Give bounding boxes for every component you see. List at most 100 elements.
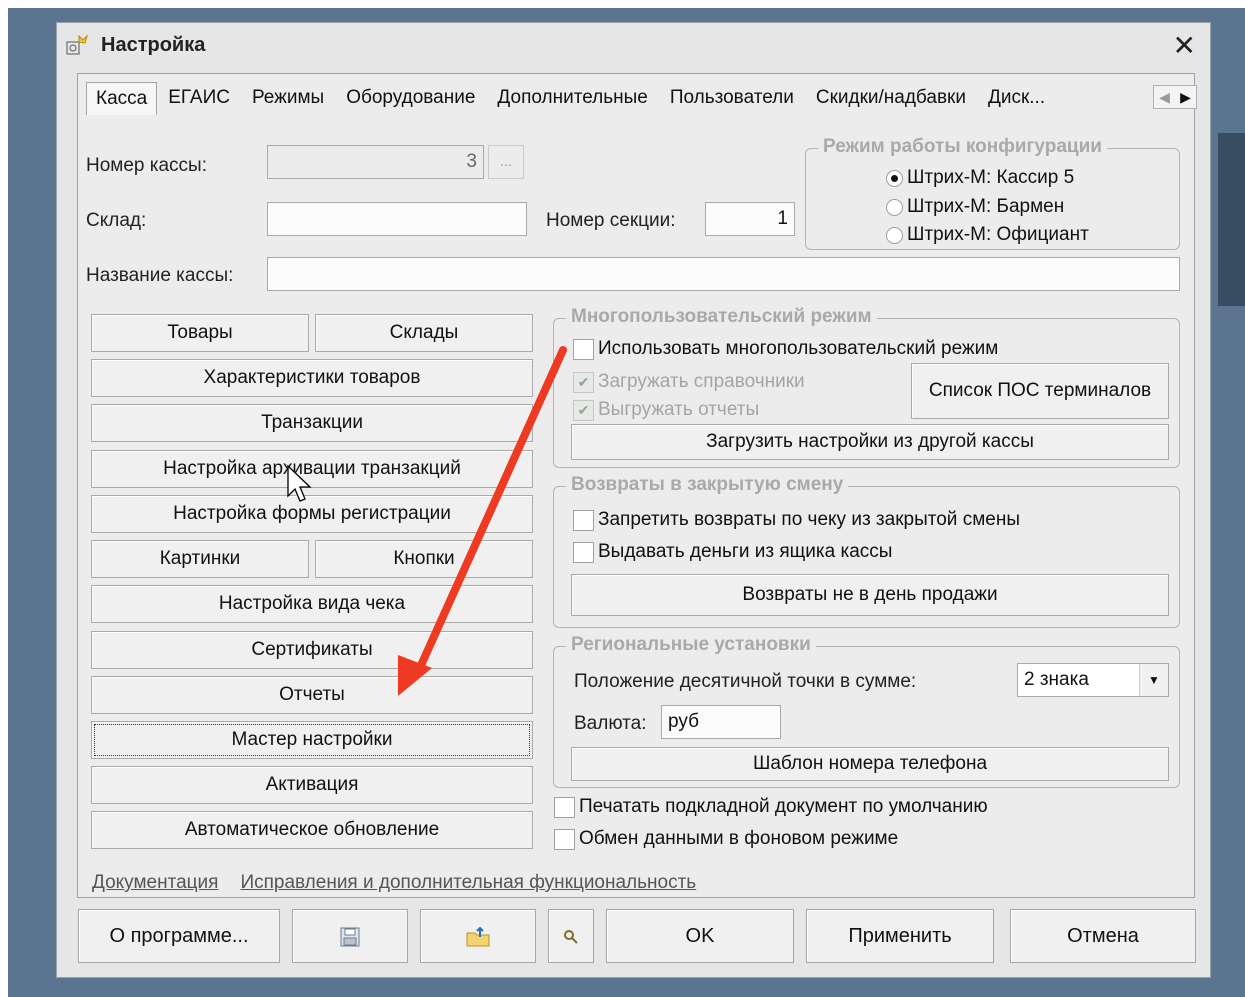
open-folder-button[interactable] [420,909,536,963]
about-button[interactable]: О программе... [78,909,280,963]
archive-settings-button[interactable]: Настройка архивации транзакций [91,450,533,488]
certificates-button[interactable]: Сертификаты [91,631,533,669]
use-multiuser-label: Использовать многопользовательский режим [598,338,999,359]
forbid-returns-box[interactable] [573,509,594,531]
apply-button[interactable]: Применить [806,909,994,963]
upload-reports-label: Выгружать отчеты [598,399,760,420]
setup-wizard-button[interactable]: Мастер настройки [91,721,533,759]
load-references-box[interactable]: ✔ [573,371,594,393]
transactions-button[interactable]: Транзакции [91,404,533,442]
multiuser-group: Многопользовательский режим Использовать… [553,306,1180,468]
radio-waiter[interactable]: Штрих-М: Официант [886,224,1089,246]
registration-form-button[interactable]: Настройка формы регистрации [91,495,533,533]
cash-drawer-label: Выдавать деньги из ящика кассы [598,541,893,562]
search-button[interactable] [548,909,594,963]
settings-window: Настройка ✕ Касса ЕГАИС Режимы Оборудова… [56,22,1211,978]
cash-drawer-box[interactable] [573,541,594,563]
radio-cashier-button[interactable] [886,169,903,187]
config-mode-title: Режим работы конфигурации [818,136,1107,158]
radio-waiter-button[interactable] [886,226,903,244]
background-exchange-checkbox[interactable]: Обмен данными в фоновом режиме [554,828,898,850]
use-multiuser-box[interactable] [573,338,594,360]
receipt-view-button[interactable]: Настройка вида чека [91,585,533,623]
tab-scroll: ◀ ▶ [1153,85,1197,109]
pos-terminals-button[interactable]: Список ПОС терминалов [911,363,1169,419]
radio-barman-button[interactable] [886,198,903,216]
ok-button[interactable]: OK [606,909,794,963]
tab-content: Касса ЕГАИС Режимы Оборудование Дополнит… [77,73,1197,898]
register-number-button[interactable]: ... [488,145,524,179]
background-exchange-label: Обмен данными в фоновом режиме [579,828,899,849]
tab-modes[interactable]: Режимы [241,82,335,114]
settings-app-icon [65,34,89,56]
fixes-link[interactable]: Исправления и дополнительная функциональ… [240,872,696,894]
tab-scroll-right-icon[interactable]: ▶ [1175,86,1196,108]
pictures-button[interactable]: Картинки [91,540,309,578]
multiuser-title: Многопользовательский режим [566,306,877,328]
cash-drawer-checkbox[interactable]: Выдавать деньги из ящика кассы [573,541,892,563]
radio-waiter-label: Штрих-М: Официант [907,224,1089,245]
section-number-label: Номер секции: [546,210,676,231]
register-name-label: Название кассы: [86,265,234,286]
tab-egais[interactable]: ЕГАИС [157,82,241,114]
returns-group: Возвраты в закрытую смену Запретить возв… [553,474,1180,628]
warehouses-button[interactable]: Склады [315,314,533,352]
auto-update-button[interactable]: Автоматическое обновление [91,811,533,849]
tab-disc-cards[interactable]: Диск... [977,82,1056,114]
forbid-returns-label: Запретить возвраты по чеку из закрытой с… [598,509,1020,530]
forbid-returns-checkbox[interactable]: Запретить возвраты по чеку из закрытой с… [573,509,1020,531]
background-window [1218,133,1245,306]
window-title: Настройка [101,34,206,56]
goods-button[interactable]: Товары [91,314,309,352]
load-references-label: Загружать справочники [598,371,805,392]
tab-scroll-left-icon[interactable]: ◀ [1154,86,1175,108]
print-underlay-label: Печатать подкладной документ по умолчани… [579,796,988,817]
phone-template-button[interactable]: Шаблон номера телефона [571,747,1169,781]
title-bar[interactable]: Настройка ✕ [57,23,1210,67]
use-multiuser-checkbox[interactable]: Использовать многопользовательский режим [573,338,998,360]
radio-cashier-label: Штрих-М: Кассир 5 [907,167,1075,188]
activation-button[interactable]: Активация [91,766,533,804]
upload-reports-box[interactable]: ✔ [573,399,594,421]
section-number-field[interactable]: 1 [705,202,795,236]
tab-users[interactable]: Пользователи [659,82,805,114]
radio-barman[interactable]: Штрих-М: Бармен [886,196,1064,218]
warehouse-label: Склад: [86,210,147,231]
background-exchange-box[interactable] [554,828,575,850]
warehouse-field[interactable] [267,202,527,236]
buttons-button[interactable]: Кнопки [315,540,533,578]
load-references-checkbox[interactable]: ✔ Загружать справочники [573,371,805,393]
reports-button[interactable]: Отчеты [91,676,533,714]
radio-cashier[interactable]: Штрих-М: Кассир 5 [886,167,1074,189]
tab-kassa[interactable]: Касса [86,82,158,115]
goods-characteristics-button[interactable]: Характеристики товаров [91,359,533,397]
config-mode-group: Режим работы конфигурации Штрих-М: Касси… [805,136,1180,250]
currency-label: Валюта: [574,713,647,734]
tab-bar: Касса ЕГАИС Режимы Оборудование Дополнит… [86,82,1056,115]
save-button[interactable] [292,909,408,963]
decimal-position-select[interactable]: 2 знака ▼ [1017,663,1169,697]
register-name-field[interactable] [267,257,1180,291]
currency-field[interactable]: руб [661,705,781,739]
register-number-label: Номер кассы: [86,155,207,176]
load-settings-button[interactable]: Загрузить настройки из другой кассы [571,424,1169,460]
radio-barman-label: Штрих-М: Бармен [907,196,1065,217]
tab-discounts[interactable]: Скидки/надбавки [805,82,977,114]
register-number-field[interactable]: 3 [267,145,484,179]
documentation-link[interactable]: Документация [92,872,218,894]
print-underlay-checkbox[interactable]: Печатать подкладной документ по умолчани… [554,796,988,818]
print-underlay-box[interactable] [554,796,575,818]
decimal-position-label: Положение десятичной точки в сумме: [574,671,917,692]
cancel-button[interactable]: Отмена [1010,909,1196,963]
tab-equipment[interactable]: Оборудование [335,82,486,114]
returns-not-sale-day-button[interactable]: Возвраты не в день продажи [571,574,1169,616]
regional-title: Региональные установки [566,634,816,656]
close-icon[interactable]: ✕ [1173,29,1196,62]
tab-additional[interactable]: Дополнительные [486,82,658,114]
decimal-position-value: 2 знака [1024,669,1089,690]
floppy-disk-icon [339,925,361,947]
regional-group: Региональные установки Положение десятич… [553,634,1180,788]
chevron-down-icon[interactable]: ▼ [1139,664,1168,696]
upload-reports-checkbox[interactable]: ✔ Выгружать отчеты [573,399,759,421]
returns-title: Возвраты в закрытую смену [566,474,849,496]
